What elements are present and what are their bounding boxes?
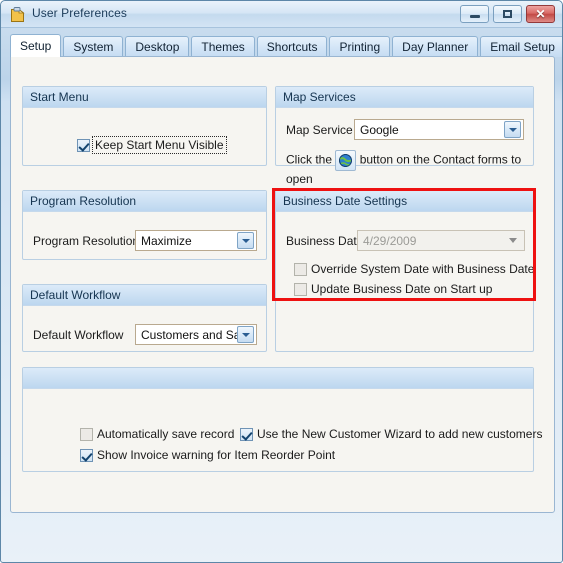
- dialog-footer: ? F1 - Help OK Cancel Apply: [1, 514, 562, 562]
- default-workflow-value: Customers and Sales: [141, 327, 237, 342]
- group-program-resolution: Program Resolution Program Resolution Ma…: [22, 190, 267, 260]
- update-business-date-label: Update Business Date on Start up: [311, 282, 493, 296]
- program-resolution-dropdown[interactable]: Maximize: [135, 230, 257, 251]
- group-business-date-settings: Business Date Settings Business Date 4/2…: [275, 190, 534, 352]
- map-service-label: Map Service: [286, 123, 353, 137]
- group-title: Start Menu: [23, 87, 266, 108]
- new-customer-wizard-label: Use the New Customer Wizard to add new c…: [257, 427, 543, 441]
- override-system-date-label: Override System Date with Business Date: [311, 262, 535, 276]
- group-title: Business Date Settings: [276, 191, 533, 212]
- group-body: Keep Start Menu Visible: [23, 108, 266, 165]
- setup-tab-panel: Start Menu Keep Start Menu Visible Map S…: [10, 56, 555, 513]
- group-body: Map Service Google Click the button on t…: [276, 108, 533, 186]
- title-bar[interactable]: User Preferences ✕: [1, 1, 562, 28]
- maximize-button[interactable]: [493, 5, 522, 23]
- group-map-services: Map Services Map Service Google Click th…: [275, 86, 534, 186]
- invoice-warning-row[interactable]: Show Invoice warning for Item Reorder Po…: [80, 448, 335, 462]
- tab-label: Setup: [20, 39, 52, 53]
- group-title: Program Resolution: [23, 191, 266, 212]
- minimize-button[interactable]: [460, 5, 489, 23]
- auto-save-record-checkbox[interactable]: [80, 427, 93, 441]
- program-resolution-label: Program Resolution: [33, 234, 140, 248]
- keep-start-menu-visible-row[interactable]: Keep Start Menu Visible: [77, 136, 227, 154]
- keep-start-menu-visible-label: Keep Start Menu Visible: [92, 136, 227, 154]
- group-default-workflow: Default Workflow Default Workflow Custom…: [22, 284, 267, 352]
- invoice-warning-checkbox[interactable]: [80, 448, 93, 462]
- tab-email-setup[interactable]: Email Setup: [480, 36, 562, 57]
- window-title: User Preferences: [32, 6, 127, 20]
- new-customer-wizard-row[interactable]: Use the New Customer Wizard to add new c…: [240, 427, 542, 441]
- update-business-date-checkbox[interactable]: [294, 282, 307, 296]
- program-resolution-value: Maximize: [141, 233, 192, 248]
- override-system-date-row[interactable]: Override System Date with Business Date: [294, 262, 534, 276]
- tab-setup[interactable]: Setup: [10, 34, 62, 57]
- group-body: Program Resolution Maximize: [23, 212, 266, 259]
- map-service-value: Google: [360, 122, 399, 137]
- group-body: Automatically save record Use the New Cu…: [23, 389, 542, 471]
- map-service-dropdown[interactable]: Google: [354, 119, 524, 140]
- chevron-down-icon[interactable]: [237, 232, 254, 249]
- auto-save-record-label: Automatically save record: [97, 427, 235, 441]
- chevron-down-icon[interactable]: [237, 326, 254, 343]
- tab-desktop[interactable]: Desktop: [125, 36, 190, 57]
- tab-strip: Setup System Desktop Themes Shortcuts Pr…: [10, 34, 562, 57]
- tab-label: Email Setup: [490, 40, 555, 54]
- tab-label: Themes: [201, 40, 245, 54]
- default-workflow-dropdown[interactable]: Customers and Sales: [135, 324, 257, 345]
- group-general-options: Automatically save record Use the New Cu…: [22, 367, 542, 472]
- business-date-value: 4/29/2009: [363, 233, 417, 248]
- tab-label: Desktop: [135, 40, 180, 54]
- new-customer-wizard-checkbox[interactable]: [240, 427, 253, 441]
- group-title: Default Workflow: [23, 285, 266, 306]
- override-system-date-checkbox[interactable]: [294, 262, 307, 276]
- auto-save-record-row[interactable]: Automatically save record: [80, 427, 234, 441]
- maximize-icon: [494, 6, 521, 22]
- group-body: Business Date 4/29/2009 Override System …: [276, 212, 534, 351]
- minimize-icon: [461, 6, 488, 22]
- user-preferences-window: User Preferences ✕ Setup System Desktop …: [0, 0, 563, 563]
- close-icon: ✕: [535, 7, 546, 21]
- tab-printing[interactable]: Printing: [329, 36, 391, 57]
- globe-icon[interactable]: [335, 150, 357, 171]
- default-workflow-label: Default Workflow: [33, 328, 124, 342]
- tab-day-planner[interactable]: Day Planner: [392, 36, 479, 57]
- business-date-label: Business Date: [286, 234, 364, 248]
- close-button[interactable]: ✕: [526, 5, 555, 23]
- group-title: Map Services: [276, 87, 533, 108]
- tab-label: Shortcuts: [266, 40, 318, 54]
- tab-label: Printing: [339, 40, 381, 54]
- keep-start-menu-visible-checkbox[interactable]: [77, 138, 90, 152]
- tab-system[interactable]: System: [63, 36, 124, 57]
- update-business-date-row[interactable]: Update Business Date on Start up: [294, 282, 492, 296]
- tab-label: Day Planner: [402, 40, 469, 54]
- chevron-down-icon[interactable]: [504, 121, 521, 138]
- map-hint: Click the button on the Contact forms to…: [286, 150, 526, 187]
- tab-label: System: [73, 40, 114, 54]
- map-hint-prefix: Click the: [286, 152, 333, 167]
- group-start-menu: Start Menu Keep Start Menu Visible: [22, 86, 267, 166]
- business-date-dropdown[interactable]: 4/29/2009: [357, 230, 525, 251]
- chevron-down-icon[interactable]: [509, 238, 517, 243]
- group-title: [23, 368, 533, 389]
- tab-themes[interactable]: Themes: [191, 36, 255, 57]
- tab-shortcuts[interactable]: Shortcuts: [256, 36, 328, 57]
- clipboard-icon: [9, 6, 26, 23]
- invoice-warning-label: Show Invoice warning for Item Reorder Po…: [97, 448, 336, 462]
- group-body: Default Workflow Customers and Sales: [23, 306, 266, 351]
